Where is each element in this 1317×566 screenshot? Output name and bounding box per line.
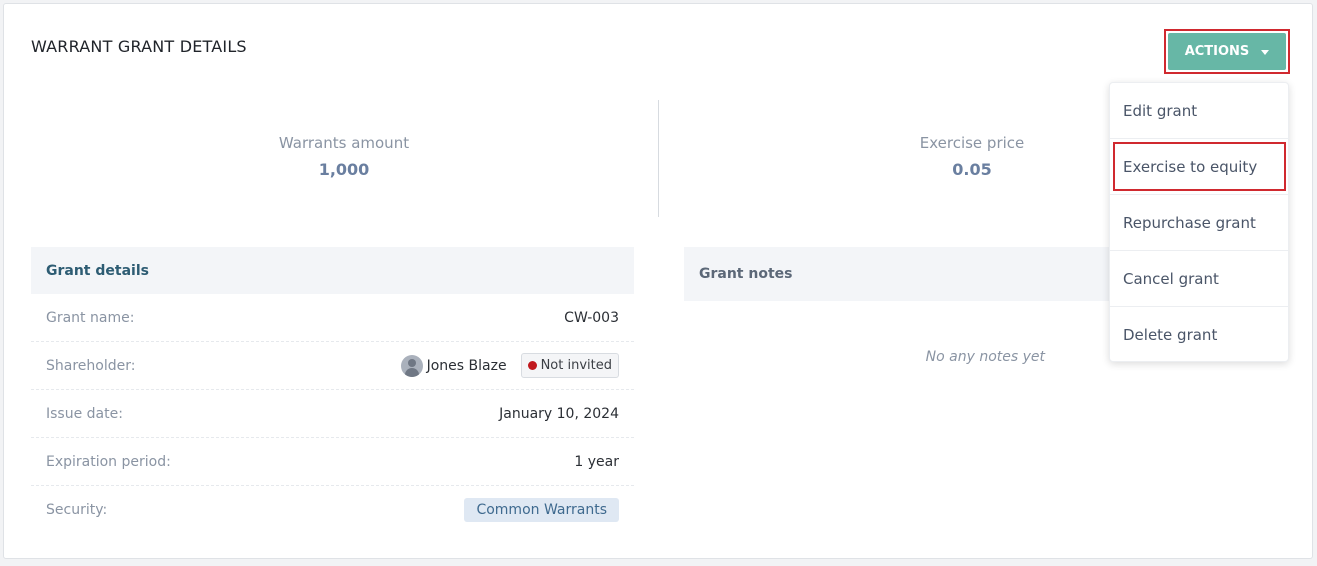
menu-item-exercise-to-equity[interactable]: Exercise to equity xyxy=(1110,139,1288,195)
detail-row-expiration-period: Expiration period: 1 year xyxy=(31,438,634,486)
page-title: WARRANT GRANT DETAILS xyxy=(31,37,247,56)
menu-item-cancel-grant[interactable]: Cancel grant xyxy=(1110,251,1288,307)
detail-row-security: Security: Common Warrants xyxy=(31,486,634,534)
stat-value: 0.05 xyxy=(952,160,992,179)
menu-item-edit-grant[interactable]: Edit grant xyxy=(1110,83,1288,139)
detail-key: Shareholder: xyxy=(46,357,136,374)
security-chip: Common Warrants xyxy=(464,498,619,522)
actions-dropdown-menu: Edit grant Exercise to equity Repurchase… xyxy=(1109,82,1289,362)
actions-highlight-box: ACTIONS xyxy=(1164,29,1290,74)
detail-key: Security: xyxy=(46,502,108,518)
status-badge: Not invited xyxy=(520,353,619,378)
detail-row-issue-date: Issue date: January 10, 2024 xyxy=(31,390,634,438)
detail-value: 1 year xyxy=(574,453,619,470)
shareholder-name[interactable]: Jones Blaze xyxy=(427,358,507,374)
user-avatar-icon xyxy=(400,354,423,377)
grant-details-panel: Grant details Grant name: CW-003 Shareho… xyxy=(31,247,634,534)
detail-key: Issue date: xyxy=(46,405,123,422)
actions-label: ACTIONS xyxy=(1184,44,1250,59)
caret-down-icon xyxy=(1261,49,1270,55)
stat-label: Warrants amount xyxy=(278,134,410,152)
stat-value: 1,000 xyxy=(318,160,370,179)
detail-key: Expiration period: xyxy=(46,453,171,470)
detail-value: CW-003 xyxy=(564,309,619,326)
stat-label: Exercise price xyxy=(919,134,1025,152)
detail-value: January 10, 2024 xyxy=(499,405,619,422)
warrant-grant-card: WARRANT GRANT DETAILS ACTIONS Warrants a… xyxy=(3,3,1313,559)
stats-divider xyxy=(658,100,659,217)
stat-warrants-amount: Warrants amount 1,000 xyxy=(244,134,444,179)
stat-exercise-price: Exercise price 0.05 xyxy=(872,134,1072,179)
menu-item-repurchase-grant[interactable]: Repurchase grant xyxy=(1110,195,1288,251)
notes-empty-state: No any notes yet xyxy=(925,349,1045,365)
grant-notes-panel: Grant notes No any notes yet xyxy=(684,247,1109,365)
menu-item-delete-grant[interactable]: Delete grant xyxy=(1110,307,1288,363)
red-dot-icon xyxy=(527,361,537,370)
status-badge-label: Not invited xyxy=(540,358,612,373)
grant-details-header: Grant details xyxy=(31,247,634,294)
detail-key: Grant name: xyxy=(46,309,135,326)
actions-button[interactable]: ACTIONS xyxy=(1168,33,1286,70)
shareholder-value: Jones Blaze Not invited xyxy=(400,353,619,378)
detail-row-grant-name: Grant name: CW-003 xyxy=(31,294,634,342)
detail-row-shareholder: Shareholder: Jones Blaze Not invited xyxy=(31,342,634,390)
grant-notes-header: Grant notes xyxy=(684,247,1109,301)
